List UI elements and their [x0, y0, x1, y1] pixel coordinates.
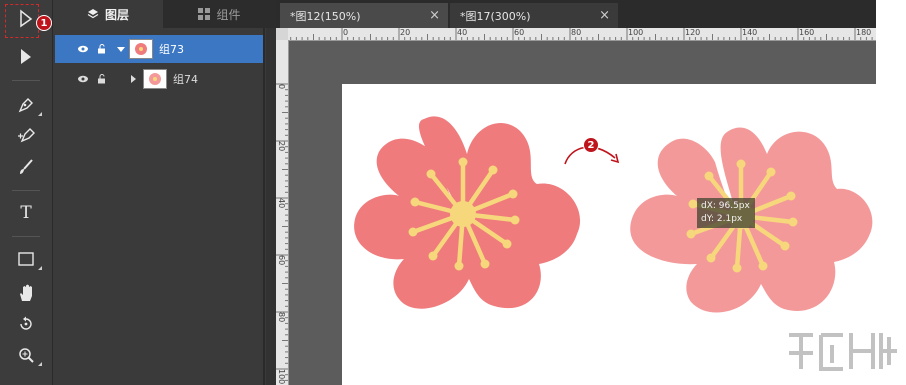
ruler-number: 0 — [343, 28, 349, 37]
close-icon[interactable]: × — [599, 8, 610, 23]
ruler-number: 20 — [400, 28, 411, 37]
layers-panel: 图层 组件 组73 组74 — [53, 0, 276, 385]
tools-toolbar: T — [0, 0, 53, 385]
ruler-number: 20 — [277, 141, 286, 152]
tooltip-dx: dX: 96.5px — [701, 201, 750, 211]
ruler-ticks — [276, 83, 288, 381]
ruler-number: 40 — [457, 28, 468, 37]
layer-row[interactable]: 组73 — [55, 35, 263, 63]
ruler-number: 120 — [685, 28, 701, 37]
doc-tab-label: *图12(150%) — [290, 9, 361, 23]
tab-layers-label: 图层 — [104, 7, 129, 22]
direct-select-arrow-icon — [21, 49, 31, 64]
toolbar-separator — [12, 80, 40, 81]
pen-icon — [18, 98, 33, 113]
text-tool[interactable]: T — [8, 200, 44, 226]
panel-divider — [263, 28, 265, 385]
chevron-down-icon[interactable] — [117, 45, 125, 53]
layers-icon — [87, 9, 99, 19]
horizontal-ruler: 0 20 40 60 80 100 120 140 160 180 — [276, 28, 876, 41]
flower-left[interactable] — [354, 116, 581, 309]
flower-thumbnail-icon — [149, 73, 161, 85]
tab-layers[interactable]: 图层 — [53, 0, 163, 28]
callout-marker-1: 1 — [36, 15, 52, 31]
ruler-number: 40 — [277, 198, 286, 209]
zoom-tool[interactable] — [8, 342, 44, 368]
doc-tab-label: *图17(300%) — [460, 9, 531, 23]
layer-row[interactable]: 组74 — [55, 65, 263, 93]
panel-scrollbar[interactable] — [266, 28, 276, 385]
pen-tool[interactable] — [8, 92, 44, 118]
hand-tool[interactable] — [8, 280, 44, 306]
chevron-right-icon[interactable] — [129, 75, 137, 83]
zoom-icon — [19, 348, 34, 363]
doc-tab-1[interactable]: *图12(150%) × — [280, 3, 448, 28]
document-tab-bar: *图12(150%) × *图17(300%) × — [276, 0, 906, 28]
ruler-number: 80 — [571, 28, 582, 37]
unlock-icon[interactable] — [97, 44, 107, 54]
submenu-corner-icon — [38, 112, 42, 116]
toolbar-separator — [12, 190, 40, 191]
submenu-corner-icon — [38, 266, 42, 270]
rotate-tool[interactable] — [8, 311, 44, 337]
move-offset-tooltip: dX: 96.5px dY: 2.1px — [697, 198, 755, 228]
panel-tab-bar: 图层 组件 — [53, 0, 276, 28]
layer-thumbnail — [129, 39, 153, 59]
unlock-icon[interactable] — [97, 74, 107, 84]
eye-icon[interactable] — [77, 74, 89, 84]
rectangle-tool[interactable] — [8, 246, 44, 272]
layer-name: 组73 — [159, 43, 184, 56]
layer-thumbnail — [143, 69, 167, 89]
select-tool-highlight — [5, 4, 39, 38]
ruler-number: 100 — [628, 28, 644, 37]
toolbar-separator — [12, 236, 40, 237]
direct-select-tool[interactable] — [8, 44, 44, 70]
submenu-corner-icon — [38, 362, 42, 366]
ruler-number: 60 — [514, 28, 525, 37]
ruler-number: 80 — [277, 312, 286, 323]
components-grid-icon — [198, 8, 211, 20]
ruler-number: 180 — [856, 28, 872, 37]
tab-components-label: 组件 — [216, 7, 241, 22]
text-T-icon: T — [20, 203, 32, 223]
ruler-number: 60 — [277, 255, 286, 266]
ruler-number: 160 — [799, 28, 815, 37]
ruler-number: 140 — [742, 28, 758, 37]
vertical-ruler: 0 20 40 60 80 100 — [276, 40, 289, 385]
close-icon[interactable]: × — [429, 8, 440, 23]
watermark-logo-icon — [789, 333, 897, 371]
ruler-number: 0 — [277, 84, 286, 90]
ruler-number: 100 — [277, 369, 286, 385]
ruler-corner — [276, 28, 288, 40]
brush-icon — [20, 159, 33, 174]
eye-icon[interactable] — [77, 44, 89, 54]
pen-plus-icon — [18, 128, 35, 143]
callout-marker-2: 2 — [583, 137, 599, 153]
hand-icon — [20, 284, 32, 301]
brush-tool[interactable] — [8, 154, 44, 180]
tooltip-dy: dY: 2.1px — [701, 214, 743, 224]
pen-plus-tool[interactable] — [8, 122, 44, 148]
rectangle-icon — [18, 252, 34, 266]
flower-thumbnail-icon — [135, 43, 147, 55]
tab-components[interactable]: 组件 — [163, 0, 276, 28]
doc-tab-2[interactable]: *图17(300%) × — [450, 3, 618, 28]
rotate-view-icon — [20, 316, 32, 330]
layer-name: 组74 — [173, 73, 198, 86]
